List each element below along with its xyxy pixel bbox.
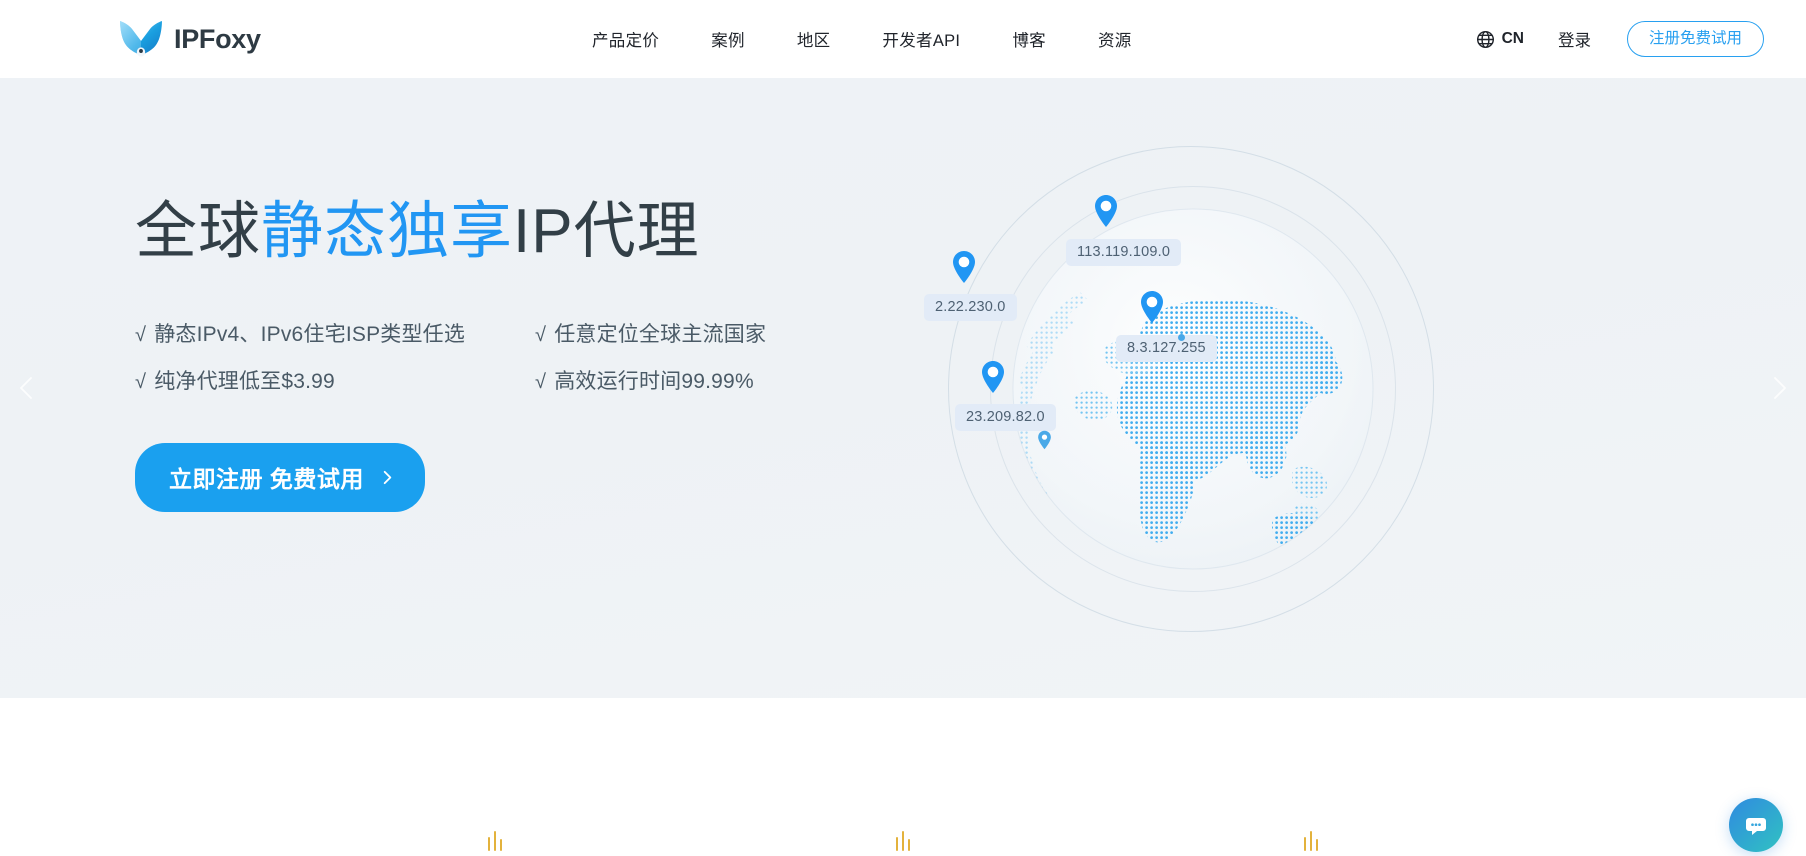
check-icon: √ [535, 324, 547, 347]
hero-section: 全球静态独享IP代理 √ 静态IPv4、IPv6住宅ISP类型任选 √ 任意定位全球… [0, 78, 1806, 698]
free-trial-button[interactable]: 注册免费试用 [1626, 20, 1764, 58]
feature-item: √ 静态IPv4、IPv6住宅ISP类型任选 [135, 318, 535, 348]
next-section-preview [0, 698, 1806, 856]
main-nav: 产品定价 案例 地区 开发者API 博客 资源 [592, 0, 1132, 78]
carousel-next-button[interactable] [1762, 371, 1796, 405]
carousel-prev-button[interactable] [10, 371, 44, 405]
chat-bubble-icon [1742, 811, 1770, 839]
ip-label: 2.22.230.0 [924, 294, 1017, 321]
header-actions: CN 登录 注册免费试用 [1476, 0, 1764, 78]
ip-label: 113.119.109.0 [1066, 239, 1182, 266]
register-free-trial-button[interactable]: 立即注册 免费试用 [135, 443, 425, 513]
feature-label: 纯净代理低至$3.99 [154, 370, 335, 394]
feature-item: √ 纯净代理低至$3.99 [135, 365, 535, 395]
check-icon: √ [135, 324, 147, 347]
nav-item-pricing[interactable]: 产品定价 [592, 27, 659, 51]
stat-row [0, 826, 1806, 852]
chevron-right-icon [380, 470, 395, 485]
ip-label: 23.209.82.0 [955, 404, 1056, 431]
nav-item-cases[interactable]: 案例 [711, 27, 745, 51]
feature-label: 任意定位全球主流国家 [554, 323, 767, 347]
headline-prefix: 全球 [135, 197, 262, 266]
map-pin-small-icon [1038, 430, 1051, 450]
site-header: IPFoxy 产品定价 案例 地区 开发者API 博客 资源 CN 登录 注册免… [0, 0, 1806, 78]
map-dot [1178, 334, 1185, 341]
chat-support-button[interactable] [1729, 798, 1783, 852]
dotted-world-globe-icon [1012, 208, 1374, 570]
globe-illustration: 113.119.109.0 2.22.230.0 8.3.127.255 23.… [880, 98, 1500, 678]
feature-list: √ 静态IPv4、IPv6住宅ISP类型任选 √ 任意定位全球主流国家 √ 纯净代理低… [135, 318, 855, 395]
logo-text: IPFoxy [174, 23, 261, 54]
map-pin-icon[interactable] [1093, 194, 1119, 228]
hero-copy: 全球静态独享IP代理 √ 静态IPv4、IPv6住宅ISP类型任选 √ 任意定位全球… [135, 197, 855, 513]
language-switcher[interactable]: CN [1476, 30, 1524, 49]
map-pin-icon[interactable] [980, 360, 1006, 394]
language-label: CN [1501, 30, 1524, 47]
award-icon [1301, 826, 1321, 852]
cta-label: 立即注册 免费试用 [169, 466, 364, 493]
feature-label: 静态IPv4、IPv6住宅ISP类型任选 [154, 323, 466, 347]
check-icon: √ [135, 371, 147, 394]
nav-item-blog[interactable]: 博客 [1012, 27, 1046, 51]
nav-item-resources[interactable]: 资源 [1098, 27, 1132, 51]
headline-suffix: IP代理 [513, 197, 700, 266]
nav-item-regions[interactable]: 地区 [797, 27, 831, 51]
feature-item: √ 任意定位全球主流国家 [535, 318, 855, 348]
ip-label: 8.3.127.255 [1116, 335, 1217, 362]
map-pin-icon[interactable] [951, 250, 977, 284]
award-icon [893, 826, 913, 852]
login-link[interactable]: 登录 [1558, 27, 1591, 51]
award-icon [485, 826, 505, 852]
page-title: 全球静态独享IP代理 [135, 197, 855, 266]
headline-accent: 静态独享 [261, 197, 514, 266]
feature-item: √ 高效运行时间99.99% [535, 365, 855, 395]
check-icon: √ [535, 371, 547, 394]
globe-icon [1476, 30, 1495, 49]
logo[interactable]: IPFoxy [118, 17, 261, 61]
feature-label: 高效运行时间99.99% [554, 370, 754, 394]
fox-logo-icon [118, 17, 164, 61]
nav-item-developer-api[interactable]: 开发者API [882, 27, 960, 51]
map-pin-icon[interactable] [1139, 290, 1165, 324]
